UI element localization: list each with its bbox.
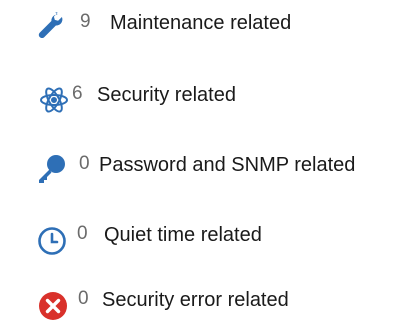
password-snmp-label: Password and SNMP related xyxy=(99,154,356,176)
maintenance-count: 9 xyxy=(80,11,91,32)
clock-icon xyxy=(36,225,68,257)
security-error-count: 0 xyxy=(78,288,89,309)
key-icon xyxy=(36,153,68,185)
quiet-time-count: 0 xyxy=(77,223,88,244)
security-label: Security related xyxy=(97,84,236,106)
password-snmp-count: 0 xyxy=(79,153,90,174)
maintenance-label: Maintenance related xyxy=(110,12,292,34)
security-error-label: Security error related xyxy=(102,289,289,311)
security-count: 6 xyxy=(72,83,83,104)
error-x-icon xyxy=(37,290,69,322)
security-atom-icon xyxy=(38,84,70,116)
quiet-time-label: Quiet time related xyxy=(104,224,262,246)
wrench-icon xyxy=(35,11,67,43)
